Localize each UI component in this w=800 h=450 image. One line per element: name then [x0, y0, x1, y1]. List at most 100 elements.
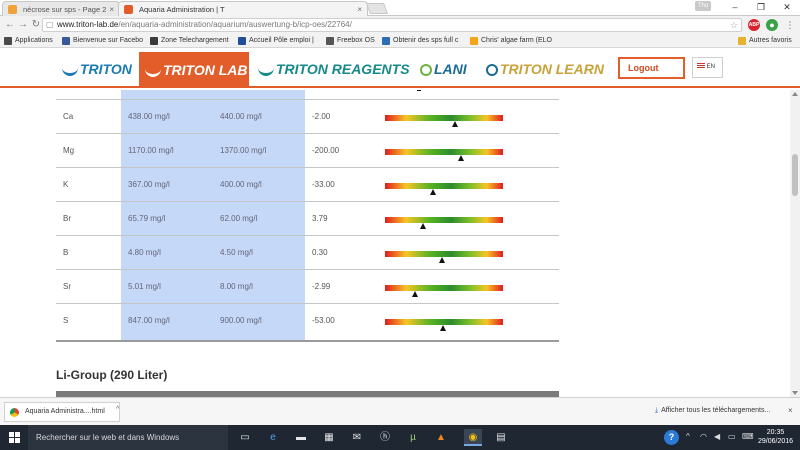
deviation-gauge — [385, 149, 503, 161]
minimize-icon[interactable]: – — [722, 0, 748, 14]
taskbar-search-box[interactable]: Rechercher sur le web et dans Windows — [28, 425, 228, 450]
menu-icon[interactable]: ⋮ — [784, 19, 796, 31]
profile-badge[interactable]: Tho — [695, 1, 711, 11]
clock-time: 20:35 — [766, 429, 785, 436]
url-host: www.triton-lab.de — [57, 20, 119, 29]
chevron-up-icon[interactable]: ^ — [116, 406, 119, 413]
system-clock[interactable]: 20:35 29/06/2016 — [758, 428, 793, 446]
bookmark-other-favorites[interactable]: Autres favoris — [738, 35, 792, 47]
close-icon[interactable]: × — [109, 2, 114, 16]
setpoint-value: 400.00 mg/l — [220, 180, 262, 189]
facebook-icon — [62, 37, 70, 45]
bookmark-sps[interactable]: Obtenir des sps full c — [382, 35, 458, 47]
actual-value: 367.00 mg/l — [128, 180, 170, 189]
tab-aquaria-administration[interactable]: Aquaria Administration | T × — [118, 1, 368, 16]
clock-date: 29/06/2016 — [758, 438, 794, 445]
element-name: B — [63, 248, 69, 257]
table-row — [56, 90, 559, 100]
browser-tab-strip: nécrose sur sps - Page 2 × Aquaria Admin… — [0, 0, 800, 16]
utorrent-icon[interactable]: µ — [404, 429, 422, 446]
triton-reagents-logo[interactable]: TRITON REAGENTS — [258, 58, 410, 80]
forum-favicon-icon — [8, 5, 17, 14]
lani-logo[interactable]: LANI — [420, 58, 467, 80]
element-name: Ca — [63, 112, 74, 121]
download-item[interactable]: Aquaria Administra....html — [4, 402, 120, 422]
actual-value: 65.79 mg/l — [128, 214, 166, 223]
task-view-icon[interactable]: ▭ — [236, 429, 254, 446]
deviation-value: -53.00 — [312, 316, 335, 325]
show-all-downloads-link[interactable]: ⤓ Afficher tous les téléchargements... — [655, 407, 770, 415]
edge-icon[interactable]: e — [264, 429, 282, 446]
close-window-icon[interactable]: ✕ — [774, 0, 800, 14]
setpoint-value: 440.00 mg/l — [220, 112, 262, 121]
site-icon — [238, 37, 246, 45]
gauge-marker-icon — [419, 223, 426, 229]
help-icon[interactable]: ? — [664, 430, 679, 445]
extension-icon[interactable]: ● — [766, 19, 778, 31]
triton-learn-icon — [486, 64, 498, 76]
table-row: S 847.00 mg/l 900.00 mg/l -53.00 — [56, 304, 559, 338]
page-scrollbar[interactable] — [790, 90, 800, 397]
volume-icon[interactable]: ◀ — [714, 432, 720, 441]
table-bottom-border — [56, 340, 559, 342]
site-icon — [470, 37, 478, 45]
bookmark-facebook[interactable]: Bienvenue sur Facebo — [62, 35, 143, 47]
page-info-icon[interactable]: ▢ — [46, 19, 54, 31]
chevron-up-icon[interactable]: ^ — [686, 432, 690, 441]
triton-lab-icon — [145, 63, 161, 77]
chrome-icon[interactable]: ◉ — [464, 429, 482, 446]
bookmarks-bar: Applications Bienvenue sur Facebo Zone T… — [0, 34, 800, 48]
bookmark-pole-emploi[interactable]: Accueil Pôle emploi | — [238, 35, 314, 47]
file-explorer-icon[interactable]: ▬ — [292, 429, 310, 446]
close-icon[interactable]: × — [357, 2, 362, 16]
adblock-icon[interactable]: ABP — [748, 19, 760, 31]
language-selector[interactable]: EN — [692, 57, 723, 78]
forward-arrow-icon[interactable]: → — [16, 18, 30, 32]
calculator-icon[interactable]: ▤ — [492, 429, 510, 446]
vlc-icon[interactable]: ▲ — [432, 429, 450, 446]
triton-learn-logo[interactable]: TRITON LEARN — [486, 58, 604, 80]
triton-logo[interactable]: TRITON — [62, 58, 132, 80]
store-icon[interactable]: ▦ — [320, 429, 338, 446]
battery-icon[interactable]: ▭ — [728, 432, 736, 441]
reload-icon[interactable]: ↻ — [29, 18, 43, 32]
setpoint-value: 900.00 mg/l — [220, 316, 262, 325]
tab-title: nécrose sur sps - Page 2 — [23, 5, 107, 14]
deviation-value: -33.00 — [312, 180, 335, 189]
tab-necrose[interactable]: nécrose sur sps - Page 2 × — [2, 1, 120, 16]
gauge-marker-icon — [438, 257, 445, 263]
deviation-value: 0.30 — [312, 248, 328, 257]
mail-icon[interactable]: ✉ — [348, 429, 366, 446]
download-shelf: Aquaria Administra....html ^ ⤓ Afficher t… — [0, 397, 800, 425]
address-bar[interactable]: ▢ www.triton-lab.de/en/aquaria-administra… — [42, 18, 742, 32]
bookmark-zone-telechargement[interactable]: Zone Telechargement — [150, 35, 229, 47]
new-tab-button[interactable] — [365, 3, 389, 14]
browser-toolbar: ← → ↻ ▢ www.triton-lab.de/en/aquaria-admi… — [0, 16, 800, 34]
gauge-marker-icon — [439, 325, 446, 331]
deviation-value: 3.79 — [312, 214, 328, 223]
start-button[interactable] — [0, 425, 28, 450]
actual-value: 4.80 mg/l — [128, 248, 161, 257]
deviation-gauge — [385, 217, 503, 229]
network-icon[interactable]: ◠ — [700, 432, 707, 441]
bookmark-star-icon[interactable]: ☆ — [728, 19, 740, 31]
scrollbar-thumb[interactable] — [792, 154, 798, 196]
bookmark-chris-algae[interactable]: Chris' algae farm (ELO — [470, 35, 552, 47]
restore-icon[interactable]: ❐ — [748, 0, 774, 14]
apps-grid-icon — [4, 37, 12, 45]
setpoint-value: 1370.00 mg/l — [220, 146, 267, 155]
deviation-value: -2.00 — [312, 112, 331, 121]
keyboard-icon[interactable]: ⌨ — [742, 432, 754, 441]
download-icon: ⤓ — [655, 407, 659, 414]
triton-lab-logo[interactable]: TRITON LAB — [139, 52, 249, 88]
close-icon[interactable]: × — [788, 406, 793, 415]
hp-icon[interactable]: ⓗ — [376, 429, 394, 446]
scroll-up-icon[interactable] — [792, 92, 798, 96]
tab-title: Aquaria Administration | T — [139, 5, 225, 14]
bookmark-freebox[interactable]: Freebox OS — [326, 35, 375, 47]
scroll-down-icon[interactable] — [792, 391, 798, 395]
bookmark-applications[interactable]: Applications — [4, 35, 53, 47]
logout-button[interactable]: Logout — [618, 57, 685, 79]
back-arrow-icon[interactable]: ← — [3, 18, 17, 32]
gauge-marker-icon — [411, 291, 418, 297]
